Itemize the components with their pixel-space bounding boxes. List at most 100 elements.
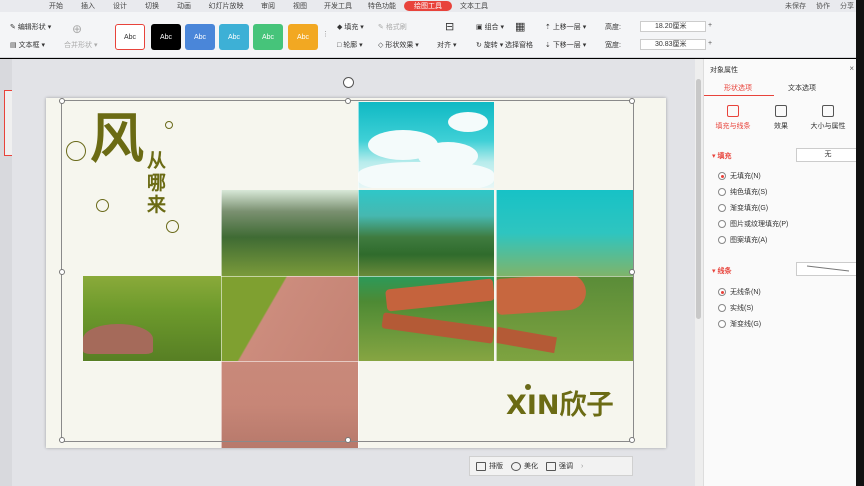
line-section-head: ▾ 线条 [712,268,732,275]
menu-transition[interactable]: 切换 [136,1,168,11]
radio-gradient-fill[interactable]: 渐变填充(G) [718,203,768,213]
menu-drawing-tools[interactable]: 绘图工具 [404,1,452,11]
screen-edge [856,0,864,486]
radio-pattern-fill[interactable]: 图案填充(A) [718,235,767,245]
radio-label: 无填充(N) [730,173,761,180]
subtitle-char: 哪 [147,172,167,194]
shape-style-1[interactable]: Abc [115,24,145,50]
size-icon [822,105,834,117]
align-button[interactable]: 对齐 ▾ [437,40,456,50]
decor-circle [66,141,86,161]
style-more-icon[interactable]: ⋮ [322,30,329,38]
radio-dot [718,304,726,312]
picture-tile-path-end[interactable] [221,361,358,448]
share-button[interactable]: 分享 [840,1,854,11]
outline-button[interactable]: □ 轮廓 ▾ [337,40,363,50]
vertical-scrollbar[interactable] [695,59,703,486]
sub-tab-size[interactable]: 大小与属性 [804,105,852,131]
format-brush-button[interactable]: ✎ 格式刷 [378,22,407,32]
radio-dot [718,320,726,328]
radio-gradient-line[interactable]: 渐变线(G) [718,319,761,329]
picture-tile-mountain-right[interactable] [496,190,633,276]
shape-style-2[interactable]: Abc [151,24,181,50]
decor-circle [165,121,173,129]
animate-button[interactable]: 强调 [546,461,573,471]
sub-tab-label: 效果 [774,123,788,130]
beautify-button[interactable]: 美化 [511,461,538,471]
radio-no-fill[interactable]: 无填充(N) [718,171,761,181]
chevron-right-icon[interactable]: › [581,463,583,470]
beautify-icon [511,461,521,471]
menu-text-tools[interactable]: 文本工具 [452,1,496,11]
group-button[interactable]: ▣ 组合 ▾ [476,22,504,32]
bring-forward-button[interactable]: ⇡ 上移一层 ▾ [545,22,586,32]
edit-shape-button[interactable]: ✎ 编辑形状 ▾ [10,22,51,32]
picture-tile-grass[interactable] [83,276,221,361]
height-value: 18.20厘米 [655,23,687,30]
radio-solid-fill[interactable]: 纯色填充(S) [718,187,767,197]
text-box-button[interactable]: ▤ 文本框 ▾ [10,40,45,50]
rotate-button[interactable]: ↻ 旋转 ▾ [476,40,503,50]
shape-style-6[interactable]: Abc [288,24,318,50]
radio-label: 渐变填充(G) [730,205,769,212]
fill-head-label: 填充 [717,153,732,160]
shape-style-3[interactable]: Abc [185,24,215,50]
subtitle-char: 来 [147,194,167,216]
menu-animation[interactable]: 动画 [168,1,200,11]
text-box-label: 文本框 [18,42,40,49]
line-head-label: 线条 [717,268,732,275]
tab-text-options[interactable]: 文本选项 [788,83,816,93]
brand-text[interactable]: XIN欣子 [506,390,613,422]
sub-tab-effect[interactable]: 效果 [758,105,804,131]
arrange-button[interactable]: 排版 [476,461,503,471]
width-field[interactable]: 30.83厘米 [640,39,706,50]
slide-canvas[interactable]: 风 从 哪 来 XIN欣子 [46,98,666,448]
menu-start[interactable]: 开始 [40,1,72,11]
width-stepper-icon[interactable]: + [708,40,712,47]
fill-button[interactable]: ◆ 填充 ▾ [337,22,364,32]
height-field[interactable]: 18.20厘米 [640,21,706,32]
edit-shape-label: 编辑形状 [17,24,46,31]
rotate-handle-icon[interactable] [343,77,354,88]
decor-circle [96,199,109,212]
menu-insert[interactable]: 插入 [72,1,104,11]
merge-shape-button[interactable]: 合并形状 ▾ [64,40,97,50]
sub-tab-fill-line[interactable]: 填充与线条 [710,105,756,131]
send-backward-label: 下移一层 [552,42,581,49]
shape-style-4[interactable]: Abc [219,24,249,50]
line-dropdown[interactable] [796,262,860,276]
fill-dropdown[interactable]: 无 [796,148,860,162]
picture-tile-path-start[interactable] [221,276,358,361]
title-char[interactable]: 风 [90,108,144,168]
picture-tile-sky[interactable] [358,102,494,188]
outline-label: 轮廓 [343,42,358,49]
radio-picture-fill[interactable]: 图片或纹理填充(P) [718,219,788,229]
bench-seat-shape [496,326,557,354]
menu-review[interactable]: 审阅 [252,1,284,11]
radio-solid-line[interactable]: 实线(S) [718,303,753,313]
select-pane-button[interactable]: 选择窗格 [505,40,533,50]
send-backward-button[interactable]: ⇣ 下移一层 ▾ [545,40,586,50]
radio-dot [718,288,726,296]
menu-slideshow[interactable]: 幻灯片放映 [200,1,252,11]
vertical-subtitle[interactable]: 从 哪 来 [147,150,169,216]
collaborate-button[interactable]: 协作 [816,1,830,11]
radio-no-line[interactable]: 无线条(N) [718,287,761,297]
shape-effect-button[interactable]: ◇ 形状效果 ▾ [378,40,419,50]
picture-tile-bench-left[interactable] [358,276,494,361]
menu-view[interactable]: 视图 [284,1,316,11]
scrollbar-thumb[interactable] [696,79,701,319]
radio-dot [718,172,726,180]
shape-style-5[interactable]: Abc [253,24,283,50]
close-icon[interactable]: × [849,64,854,73]
picture-tile-mountain-left[interactable] [221,190,358,276]
picture-tile-mountain-mid[interactable] [358,190,494,276]
menu-design[interactable]: 设计 [104,1,136,11]
menu-developer[interactable]: 开发工具 [316,1,360,11]
current-slide-thumb[interactable] [4,90,12,156]
tab-shape-options[interactable]: 形状选项 [724,83,752,93]
picture-tile-bench-right[interactable] [496,276,633,361]
menu-special[interactable]: 特色功能 [360,1,404,11]
arrange-label: 排版 [489,463,503,470]
height-stepper-icon[interactable]: + [708,22,712,29]
